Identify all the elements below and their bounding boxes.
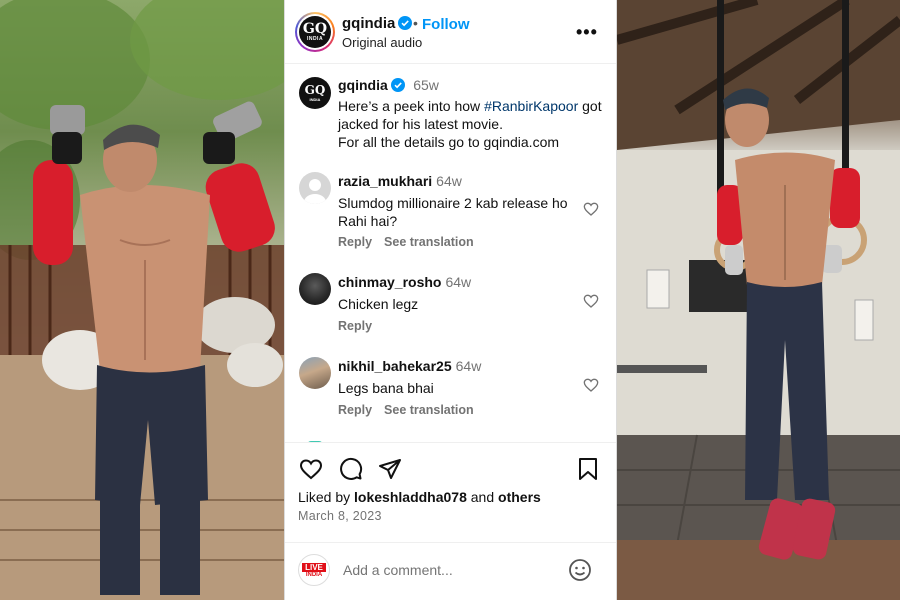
comment-text: Slumdog millionaire 2 kab release ho Rah…	[338, 195, 568, 229]
emoji-icon[interactable]	[568, 558, 592, 582]
add-comment-input[interactable]	[343, 562, 543, 578]
comment-like-heart-icon[interactable]	[583, 201, 599, 217]
add-comment-bar: LIVE INDIA	[285, 542, 616, 600]
comments-scroll-area[interactable]: GQ INDIA gqindia 65w Here’s a peek into …	[285, 65, 616, 443]
follow-button[interactable]: Follow	[422, 16, 470, 33]
caption-text: Here’s a peek into how #RanbirKapoor got…	[338, 98, 602, 150]
reply-button[interactable]: Reply	[338, 403, 372, 417]
comment-time[interactable]: 64w	[436, 173, 462, 189]
default-avatar-icon	[304, 179, 326, 204]
comment-like-heart-icon[interactable]	[583, 377, 599, 393]
commenter-avatar[interactable]	[299, 273, 331, 305]
heart-icon[interactable]	[298, 457, 324, 481]
comment-text: Legs bana bhai	[338, 380, 434, 396]
comment-username[interactable]: nikhil_bahekar25	[338, 358, 452, 374]
right-workout-photo	[617, 0, 900, 600]
comment-username[interactable]: razia_mukhari	[338, 173, 432, 189]
commenter-avatar-live-india: LIVE INDIA	[298, 554, 330, 586]
liked-by-user[interactable]: lokeshladdha078	[354, 489, 467, 505]
caption-username[interactable]: gqindia	[338, 77, 388, 93]
separator-dot: •	[413, 15, 418, 31]
left-photo-illustration	[0, 0, 284, 600]
left-workout-photo	[0, 0, 284, 600]
hashtag-link[interactable]: #RanbirKapoor	[484, 98, 578, 114]
reply-button[interactable]: Reply	[338, 319, 372, 333]
post-header: GQ INDIA gqindia • Follow Original audio…	[285, 0, 616, 64]
post-date[interactable]: March 8, 2023	[298, 509, 382, 523]
audio-label[interactable]: Original audio	[342, 35, 422, 50]
caption-avatar[interactable]: GQ INDIA	[299, 77, 331, 109]
commenter-avatar[interactable]	[299, 357, 331, 389]
verified-badge-icon	[390, 78, 405, 92]
see-translation-button[interactable]: See translation	[384, 235, 474, 249]
gq-logo: GQ INDIA	[299, 16, 331, 48]
post-action-bar	[285, 452, 616, 484]
comment-username[interactable]: chinmay_rosho	[338, 274, 441, 290]
commenter-avatar[interactable]	[299, 172, 331, 204]
next-comment-avatar	[307, 441, 323, 442]
account-avatar[interactable]: GQ INDIA	[295, 12, 335, 52]
comment-icon[interactable]	[339, 457, 363, 481]
account-username[interactable]: gqindia	[342, 15, 395, 32]
bookmark-icon[interactable]	[577, 457, 599, 481]
comment-time[interactable]: 64w	[456, 358, 482, 374]
comment-like-heart-icon[interactable]	[583, 293, 599, 309]
comment-text: Chicken legz	[338, 296, 419, 312]
liked-by-others[interactable]: others	[498, 489, 541, 505]
more-options-icon[interactable]: •••	[576, 22, 598, 43]
likes-summary: Liked by lokeshladdha078 and others	[298, 489, 541, 505]
instagram-post-panel: GQ INDIA gqindia • Follow Original audio…	[284, 0, 617, 600]
share-icon[interactable]	[378, 457, 402, 481]
comment-time[interactable]: 64w	[445, 274, 471, 290]
reply-button[interactable]: Reply	[338, 235, 372, 249]
post-caption: gqindia 65w Here’s a peek into how #Ranb…	[338, 77, 610, 151]
verified-badge-icon	[398, 16, 413, 30]
right-photo-illustration	[617, 0, 900, 600]
caption-time[interactable]: 65w	[413, 77, 439, 93]
see-translation-button[interactable]: See translation	[384, 403, 474, 417]
